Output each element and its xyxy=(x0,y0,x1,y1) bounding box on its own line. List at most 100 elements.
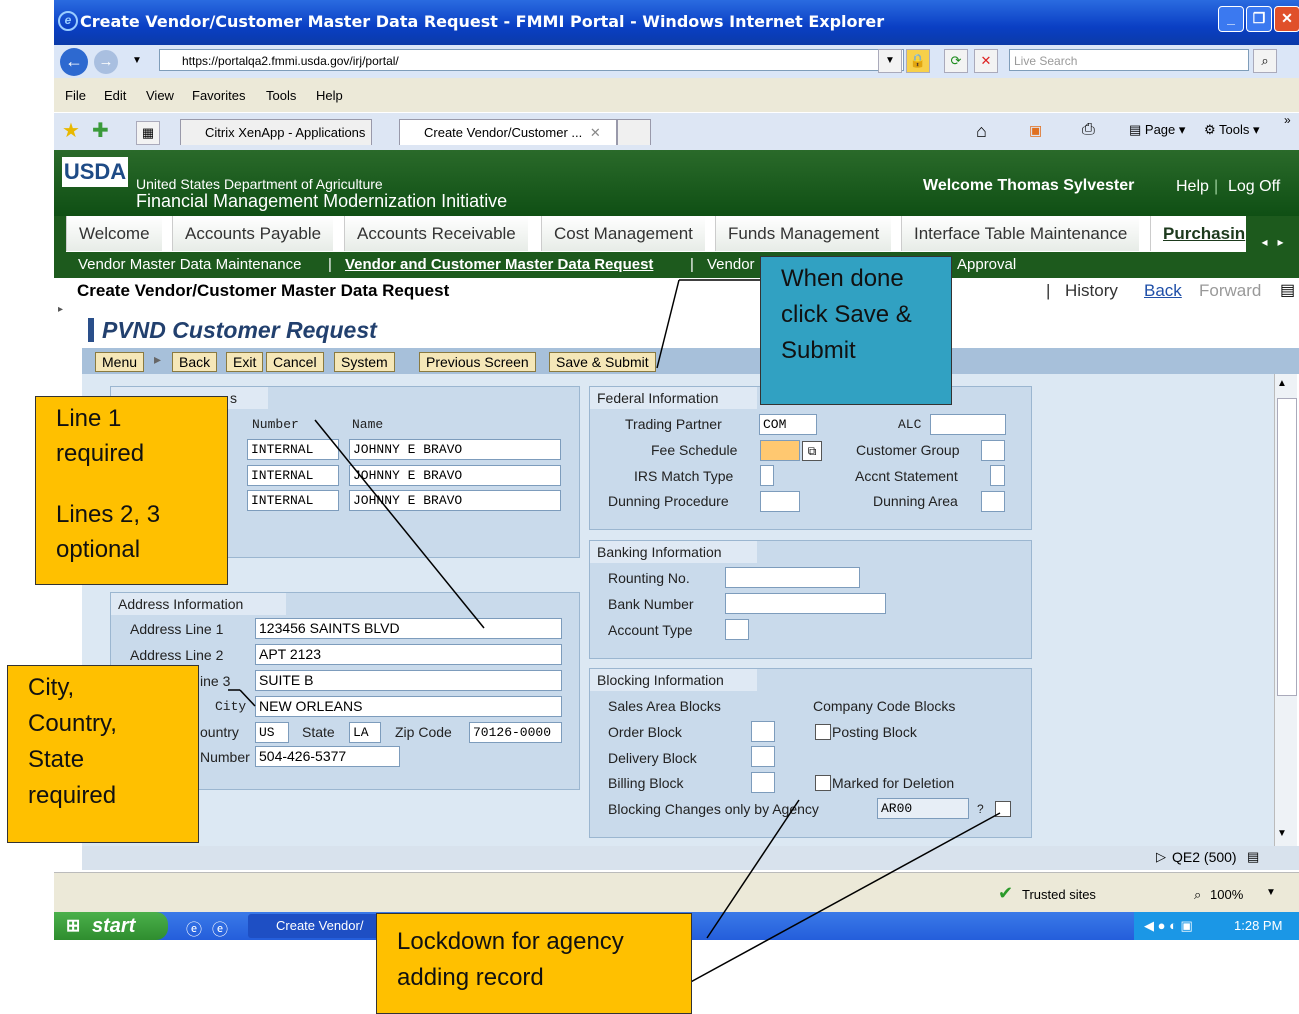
tab-funds-management[interactable]: Funds Management xyxy=(715,216,892,251)
menu-favorites[interactable]: Favorites xyxy=(192,88,245,103)
feeds-icon[interactable]: ▣ xyxy=(1029,122,1042,139)
zip-input[interactable]: 70126-0000 xyxy=(469,722,562,743)
back-button[interactable]: Back xyxy=(172,352,218,372)
tab-create-vendor[interactable]: Create Vendor/Customer ... ✕ xyxy=(399,119,617,145)
status-triangle-icon[interactable]: ▷ xyxy=(1156,849,1166,865)
menu-edit[interactable]: Edit xyxy=(104,88,126,103)
order-block-input[interactable] xyxy=(751,721,775,742)
forward-link[interactable]: Forward xyxy=(1199,281,1261,301)
save-submit-button[interactable]: Save & Submit xyxy=(549,352,656,372)
account-type-input[interactable] xyxy=(725,619,749,640)
logoff-link[interactable]: Log Off xyxy=(1228,178,1280,196)
zoom-level[interactable]: 100% xyxy=(1210,887,1243,902)
start-button[interactable]: ⊞ start xyxy=(54,912,168,940)
home-icon[interactable]: ⌂ xyxy=(976,121,987,142)
page-menu[interactable]: ▤ Page ▾ xyxy=(1129,122,1185,138)
tab-citrix[interactable]: Citrix XenApp - Applications xyxy=(180,119,372,145)
refresh-icon[interactable]: ⟳ xyxy=(944,49,968,73)
partner-number-3[interactable]: INTERNAL xyxy=(247,490,339,511)
subnav-vendor-customer-request[interactable]: Vendor and Customer Master Data Request xyxy=(345,256,653,273)
menu-view[interactable]: View xyxy=(146,88,174,103)
zoom-dropdown-icon[interactable]: ▼ xyxy=(1266,887,1276,898)
partner-name-3[interactable]: JOHNNY E BRAVO xyxy=(349,490,561,511)
value-help-icon[interactable]: ⧉ xyxy=(802,441,822,461)
routing-input[interactable] xyxy=(725,567,860,588)
tab-purchasing[interactable]: Purchasin xyxy=(1150,216,1259,251)
menu-help[interactable]: Help xyxy=(316,88,343,103)
scroll-thumb[interactable] xyxy=(1277,398,1297,696)
address-line1-input[interactable]: 123456 SAINTS BLVD xyxy=(255,618,562,639)
back-link[interactable]: Back xyxy=(1144,281,1182,301)
favorites-star-icon[interactable]: ★ xyxy=(62,118,80,143)
tab-welcome[interactable]: Welcome xyxy=(66,216,162,251)
scroll-up-icon[interactable]: ▲ xyxy=(1277,378,1287,389)
city-input[interactable]: NEW ORLEANS xyxy=(255,696,562,717)
dunning-area-input[interactable] xyxy=(981,491,1005,512)
page-menu-icon[interactable]: ▤ xyxy=(1280,280,1295,300)
forward-arrow-icon[interactable]: → xyxy=(94,50,118,74)
tab-interface-table[interactable]: Interface Table Maintenance xyxy=(901,216,1140,251)
maximize-button[interactable]: ❐ xyxy=(1246,6,1272,32)
tab-accounts-receivable[interactable]: Accounts Receivable xyxy=(344,216,528,251)
deletion-checkbox[interactable] xyxy=(815,775,831,791)
irs-match-input[interactable] xyxy=(760,465,774,486)
search-input[interactable]: Live Search xyxy=(1009,49,1249,71)
address-line3-input[interactable]: SUITE B xyxy=(255,670,562,691)
bank-number-input[interactable] xyxy=(725,593,886,614)
agency-lock-checkbox[interactable] xyxy=(995,801,1011,817)
tab-cost-management[interactable]: Cost Management xyxy=(541,216,705,251)
quick-tabs-icon[interactable]: ▦ xyxy=(136,121,160,145)
fee-schedule-input[interactable] xyxy=(760,440,800,461)
posting-block-checkbox[interactable] xyxy=(815,724,831,740)
vertical-scrollbar[interactable]: ▲ ▼ xyxy=(1274,374,1297,846)
add-favorite-icon[interactable]: ✚ xyxy=(92,118,109,143)
close-tab-icon[interactable]: ✕ xyxy=(590,125,601,140)
new-tab-button[interactable] xyxy=(617,119,651,145)
trading-partner-input[interactable]: COM xyxy=(759,414,817,435)
exit-button[interactable]: Exit xyxy=(226,352,264,372)
previous-screen-button[interactable]: Previous Screen xyxy=(419,352,536,372)
subnav-vendor-maintenance[interactable]: Vendor Master Data Maintenance xyxy=(78,256,301,273)
subnav-vendor[interactable]: Vendor xyxy=(707,256,755,273)
billing-block-input[interactable] xyxy=(751,772,775,793)
print-icon[interactable]: ⎙ xyxy=(1082,121,1095,139)
menu-tools[interactable]: Tools xyxy=(266,88,296,103)
alc-input[interactable] xyxy=(930,414,1006,435)
cancel-button[interactable]: Cancel xyxy=(266,352,324,372)
customer-group-input[interactable] xyxy=(981,440,1005,461)
back-arrow-icon[interactable]: ← xyxy=(60,48,88,76)
dunning-procedure-input[interactable] xyxy=(760,491,800,512)
subnav-approval[interactable]: Approval xyxy=(957,256,1016,273)
expand-arrow-icon[interactable]: ▸ xyxy=(58,304,63,315)
partner-name-1[interactable]: JOHNNY E BRAVO xyxy=(349,439,561,460)
history-dropdown-icon[interactable]: ▼ xyxy=(132,55,142,66)
url-dropdown-icon[interactable]: ▼ xyxy=(878,49,902,73)
delivery-block-input[interactable] xyxy=(751,746,775,767)
scroll-down-icon[interactable]: ▼ xyxy=(1277,828,1287,839)
minimize-button[interactable]: _ xyxy=(1218,6,1244,32)
state-input[interactable]: LA xyxy=(349,722,381,743)
lock-icon[interactable]: 🔒 xyxy=(906,49,930,73)
history-menu[interactable]: History xyxy=(1065,281,1118,301)
close-window-button[interactable]: ✕ xyxy=(1274,6,1299,32)
ie-quicklaunch-icon[interactable]: ⓔ xyxy=(212,916,228,940)
ie-quicklaunch-icon[interactable]: ⓔ xyxy=(186,916,202,940)
menu-file[interactable]: File xyxy=(65,88,86,103)
help-link[interactable]: Help xyxy=(1176,178,1209,196)
url-input[interactable]: https://portalqa2.fmmi.usda.gov/irj/port… xyxy=(159,49,904,71)
chevron-more-icon[interactable]: » xyxy=(1284,113,1291,127)
partner-number-2[interactable]: INTERNAL xyxy=(247,465,339,486)
partner-name-2[interactable]: JOHNNY E BRAVO xyxy=(349,465,561,486)
accnt-statement-input[interactable] xyxy=(990,465,1005,486)
stop-icon[interactable]: ✕ xyxy=(974,49,998,73)
phone-input[interactable]: 504-426-5377 xyxy=(255,746,400,767)
tab-accounts-payable[interactable]: Accounts Payable xyxy=(172,216,334,251)
system-button[interactable]: System xyxy=(334,352,395,372)
status-detail-icon[interactable]: ▤ xyxy=(1247,849,1259,865)
tray-icons[interactable]: ◀ ● ◐ ▣ xyxy=(1144,918,1193,933)
partner-number-1[interactable]: INTERNAL xyxy=(247,439,339,460)
menu-button[interactable]: Menu xyxy=(95,352,145,372)
address-line2-input[interactable]: APT 2123 xyxy=(255,644,562,665)
tools-menu[interactable]: ⚙ Tools ▾ xyxy=(1204,122,1260,138)
search-icon[interactable]: ⌕ xyxy=(1253,49,1277,73)
